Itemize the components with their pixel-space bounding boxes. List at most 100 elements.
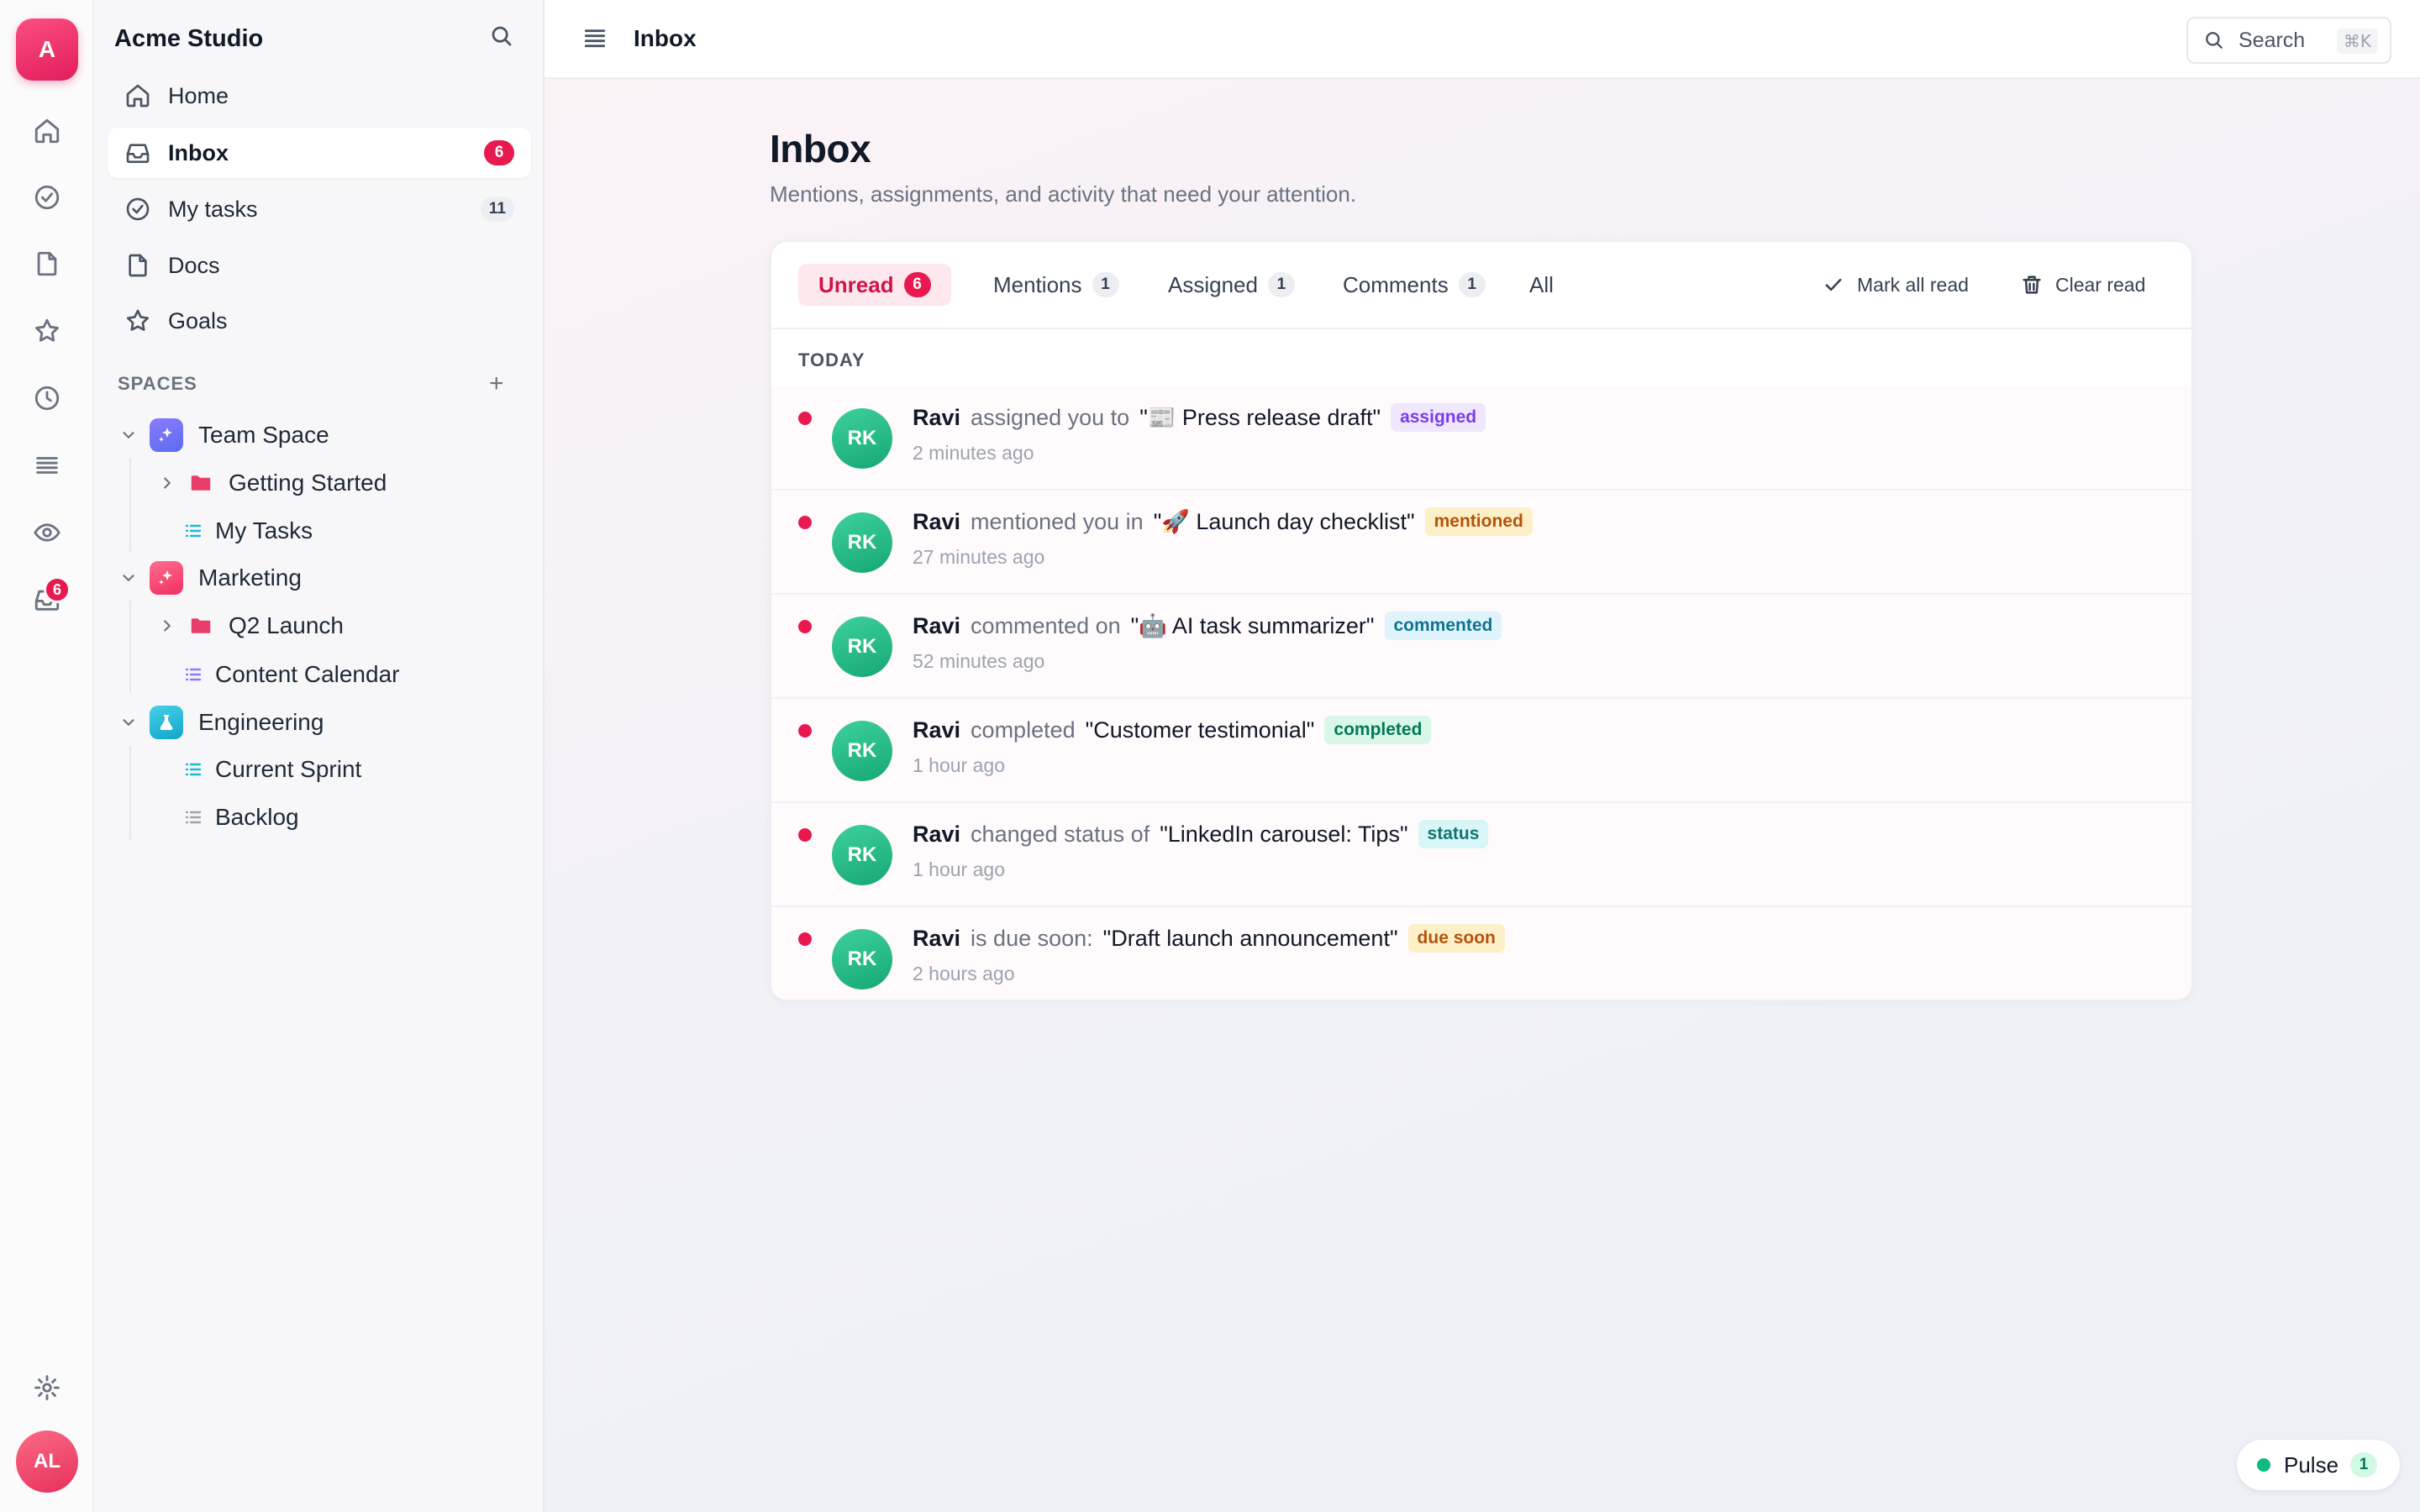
- tab-assigned[interactable]: Assigned 1: [1148, 264, 1315, 306]
- tasks-count-badge: 11: [480, 197, 514, 222]
- top-bar: Inbox Search ⌘K: [544, 0, 2420, 79]
- tree-guide: [129, 458, 131, 552]
- chevron-down-icon: [123, 575, 134, 581]
- notification-row[interactable]: RK Ravi completed "Customer testimonial" com…: [771, 699, 2191, 803]
- sidebar-item-inbox[interactable]: Inbox 6: [108, 128, 531, 178]
- rail-list-button[interactable]: [24, 442, 71, 489]
- notification-time: 52 minutes ago: [913, 650, 1045, 672]
- rail-watch-button[interactable]: [24, 509, 71, 556]
- user-avatar[interactable]: AL: [16, 1431, 78, 1493]
- add-space-button[interactable]: +: [489, 371, 504, 396]
- avatar: RK: [832, 512, 892, 573]
- folder-getting-started[interactable]: Getting Started: [158, 462, 387, 504]
- space-engineering[interactable]: Engineering: [119, 701, 324, 743]
- status-badge: assigned: [1391, 403, 1486, 432]
- target-title[interactable]: "Draft launch announcement": [1103, 926, 1398, 952]
- workspace-name[interactable]: Acme Studio: [114, 25, 263, 53]
- pulse-count: 1: [2350, 1452, 2378, 1478]
- sidebar-item-home[interactable]: Home: [108, 71, 531, 121]
- rail-tasks-button[interactable]: [24, 174, 71, 221]
- status-badge: completed: [1324, 716, 1432, 744]
- target-title[interactable]: "LinkedIn carousel: Tips": [1160, 822, 1407, 848]
- rail-home-button[interactable]: [24, 108, 71, 155]
- home-icon: [34, 118, 60, 144]
- folder-q2-launch[interactable]: Q2 Launch: [158, 605, 344, 647]
- unread-dot: [798, 516, 812, 529]
- clock-icon: [34, 386, 60, 411]
- clear-read-button[interactable]: Clear read: [2020, 264, 2145, 306]
- unread-dot: [798, 932, 812, 946]
- mark-all-read-button[interactable]: Mark all read: [1822, 264, 1969, 306]
- rail-goals-button[interactable]: [24, 307, 71, 354]
- target-title[interactable]: "🚀 Launch day checklist": [1154, 508, 1415, 535]
- document-icon: [37, 251, 57, 276]
- list-my-tasks[interactable]: My Tasks: [183, 510, 313, 552]
- tab-label: Mentions: [993, 271, 1082, 297]
- rail-recent-button[interactable]: [24, 375, 71, 422]
- icon-rail: A 6 AL: [0, 0, 94, 1512]
- action-verb: is due soon:: [971, 925, 1093, 951]
- space-name: Team Space: [198, 422, 329, 448]
- star-icon: [126, 309, 150, 331]
- sidebar: Acme Studio Home Inbox 6 My tasks 11 Doc…: [94, 0, 544, 1512]
- actor-name: Ravi: [913, 404, 961, 430]
- notification-row[interactable]: RK Ravi is due soon: "Draft launch announce…: [771, 907, 2191, 1000]
- document-icon: [129, 254, 147, 277]
- tab-count: 1: [1092, 272, 1119, 297]
- sidebar-item-my-tasks[interactable]: My tasks 11: [108, 184, 531, 234]
- search-icon: [2206, 32, 2223, 49]
- inbox-card: Unread 6 Mentions 1 Assigned 1 Comments …: [770, 240, 2193, 1001]
- pulse-button[interactable]: Pulse 1: [2237, 1440, 2400, 1490]
- list-backlog[interactable]: Backlog: [183, 796, 299, 838]
- rail-docs-button[interactable]: [24, 240, 71, 287]
- sidebar-item-label: Inbox: [168, 139, 229, 165]
- notification-row[interactable]: RK Ravi commented on "🤖 AI task summarizer"…: [771, 595, 2191, 699]
- rail-settings-button[interactable]: [24, 1364, 71, 1411]
- unread-dot: [798, 412, 812, 425]
- list-name: Current Sprint: [215, 756, 362, 782]
- pulse-label: Pulse: [2284, 1452, 2339, 1478]
- workspace-logo[interactable]: A: [16, 18, 78, 81]
- notification-text: Ravi completed "Customer testimonial" compl…: [913, 716, 1432, 744]
- pulse-status-dot: [2257, 1458, 2270, 1472]
- tab-count: 1: [1458, 272, 1486, 297]
- notification-row[interactable]: RK Ravi changed status of "LinkedIn carouse…: [771, 803, 2191, 907]
- sidebar-item-goals[interactable]: Goals: [108, 296, 531, 346]
- tab-count: 1: [1267, 272, 1295, 297]
- tab-mentions[interactable]: Mentions 1: [973, 264, 1139, 306]
- avatar: RK: [832, 408, 892, 469]
- tab-all[interactable]: All: [1509, 264, 1574, 306]
- sidebar-search-button[interactable]: [489, 24, 519, 54]
- notification-row[interactable]: RK Ravi mentioned you in "🚀 Launch day chec…: [771, 491, 2191, 595]
- target-title[interactable]: "Customer testimonial": [1086, 717, 1315, 743]
- sidebar-item-label: Home: [168, 82, 229, 108]
- action-verb: assigned you to: [971, 404, 1130, 430]
- global-search-button[interactable]: Search ⌘K: [2186, 17, 2391, 64]
- list-content-calendar[interactable]: Content Calendar: [183, 654, 399, 696]
- sidebar-item-docs[interactable]: Docs: [108, 240, 531, 291]
- eye-icon: [34, 523, 60, 542]
- space-team-space[interactable]: Team Space: [119, 414, 329, 456]
- space-marketing[interactable]: Marketing: [119, 557, 302, 599]
- search-shortcut: ⌘K: [2336, 29, 2378, 54]
- notification-time: 1 hour ago: [913, 754, 1005, 776]
- folder-icon: [191, 618, 211, 633]
- target-title[interactable]: "🤖 AI task summarizer": [1131, 612, 1375, 639]
- list-icon: [185, 668, 202, 681]
- list-current-sprint[interactable]: Current Sprint: [183, 748, 361, 790]
- notification-row[interactable]: RK Ravi assigned you to "📰 Press release dr…: [771, 386, 2191, 491]
- target-title[interactable]: "📰 Press release draft": [1139, 404, 1381, 431]
- status-badge: due soon: [1407, 924, 1505, 953]
- list-icon: [185, 763, 202, 776]
- tree-guide: [129, 746, 131, 840]
- sidebar-item-label: Docs: [168, 252, 220, 278]
- tab-unread[interactable]: Unread 6: [798, 264, 951, 306]
- stack-icon: [36, 457, 58, 474]
- notification-text: Ravi changed status of "LinkedIn carousel:…: [913, 820, 1489, 848]
- unread-dot: [798, 620, 812, 633]
- action-label: Clear read: [2055, 273, 2146, 296]
- toggle-sidebar-button[interactable]: [581, 25, 610, 54]
- tab-label: Comments: [1343, 271, 1449, 297]
- notification-time: 27 minutes ago: [913, 546, 1045, 568]
- tab-comments[interactable]: Comments 1: [1323, 264, 1506, 306]
